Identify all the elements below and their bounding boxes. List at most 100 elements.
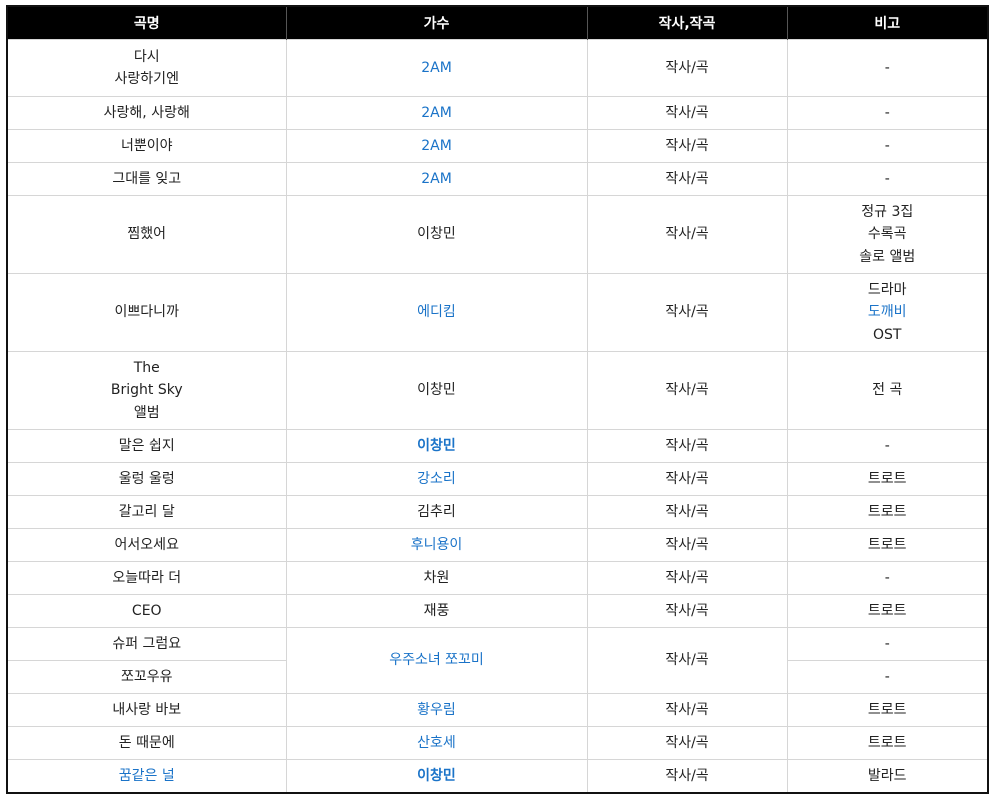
- singer-cell: 이창민: [285, 759, 588, 793]
- singer-cell: 우주소녀 쪼꼬미: [285, 627, 588, 694]
- song-title-cell: 너뿐이야: [6, 129, 287, 163]
- table-row: 내사랑 바보 황우림 작사/곡 트로트: [6, 693, 989, 727]
- table-row: The Bright Sky 앨범 이창민 작사/곡 전 곡: [6, 351, 989, 430]
- song-title-cell: 쪼꼬우유: [6, 660, 287, 694]
- singer-cell: 강소리: [285, 462, 588, 496]
- credit-cell: 작사/곡: [586, 627, 788, 694]
- credit-cell: 작사/곡: [586, 561, 788, 595]
- table-row: 이쁘다니까 에디킴 작사/곡 드라마 도깨비 OST: [6, 273, 989, 352]
- singer-link[interactable]: 2AM: [421, 138, 452, 154]
- note-cell: 전 곡: [786, 351, 989, 430]
- singer-cell: 2AM: [285, 39, 588, 97]
- credit-cell: 작사/곡: [586, 693, 788, 727]
- note-cell: 트로트: [786, 528, 989, 562]
- singer-cell: 차원: [285, 561, 588, 595]
- note-cell: 트로트: [786, 495, 989, 529]
- note-cell: -: [786, 96, 989, 130]
- song-title-cell: 찜했어: [6, 195, 287, 274]
- table-row: 어서오세요 후니용이 작사/곡 트로트: [6, 528, 989, 562]
- singer-link[interactable]: 이창민: [417, 768, 456, 784]
- table-row: 돈 때문에 산호세 작사/곡 트로트: [6, 726, 989, 760]
- singer-cell: 이창민: [285, 195, 588, 274]
- credit-cell: 작사/곡: [586, 528, 788, 562]
- singer-link[interactable]: 2AM: [421, 105, 452, 121]
- singer-cell: 황우림: [285, 693, 588, 727]
- credit-cell: 작사/곡: [586, 129, 788, 163]
- note-cell: -: [786, 429, 989, 463]
- note-cell: -: [786, 162, 989, 196]
- song-title-cell: 돈 때문에: [6, 726, 287, 760]
- note-cell: -: [786, 660, 989, 694]
- table-row: 사랑해, 사랑해 2AM 작사/곡 -: [6, 96, 989, 130]
- singer-cell: 2AM: [285, 96, 588, 130]
- song-title-cell: 이쁘다니까: [6, 273, 287, 352]
- table-row: 울렁 울렁 강소리 작사/곡 트로트: [6, 462, 989, 496]
- singer-link[interactable]: 이창민: [417, 438, 456, 454]
- table-row: 슈퍼 그럼요 우주소녀 쪼꼬미 작사/곡 -: [6, 627, 989, 694]
- song-title-cell: 내사랑 바보: [6, 693, 287, 727]
- song-title-cell: 오늘따라 더: [6, 561, 287, 595]
- song-title-cell: 사랑해, 사랑해: [6, 96, 287, 130]
- header-note: 비고: [786, 6, 988, 40]
- singer-cell: 산호세: [285, 726, 588, 760]
- singer-cell: 김추리: [285, 495, 588, 529]
- table-row: 너뿐이야 2AM 작사/곡 -: [6, 129, 989, 163]
- header-title: 곡명: [7, 6, 286, 40]
- credit-cell: 작사/곡: [586, 39, 788, 97]
- singer-link[interactable]: 후니용이: [411, 537, 463, 553]
- note-cell: -: [786, 627, 989, 661]
- song-title-cell: 슈퍼 그럼요: [6, 627, 287, 661]
- singer-cell: 2AM: [285, 162, 588, 196]
- note-cell: 정규 3집 수록곡 솔로 앨범: [786, 195, 989, 274]
- song-title-link[interactable]: 꿈같은 널: [119, 768, 175, 784]
- header-singer: 가수: [285, 6, 587, 40]
- song-title-cell: 울렁 울렁: [6, 462, 287, 496]
- singer-cell: 이창민: [285, 429, 588, 463]
- singer-cell: 에디킴: [285, 273, 588, 352]
- singer-cell: 이창민: [285, 351, 588, 430]
- table-row: 오늘따라 더 차원 작사/곡 -: [6, 561, 989, 595]
- header-credit: 작사,작곡: [586, 6, 787, 40]
- table-row: 갈고리 달 김추리 작사/곡 트로트: [6, 495, 989, 529]
- song-title-cell: 갈고리 달: [6, 495, 287, 529]
- drama-link[interactable]: 도깨비: [792, 301, 984, 324]
- song-title-cell: 그대를 잊고: [6, 162, 287, 196]
- credit-cell: 작사/곡: [586, 495, 788, 529]
- singer-link[interactable]: 2AM: [421, 60, 452, 76]
- song-title-cell: 꿈같은 널: [6, 759, 287, 793]
- table-row: 다시 사랑하기엔 2AM 작사/곡 -: [6, 39, 989, 97]
- table-row: 찜했어 이창민 작사/곡 정규 3집 수록곡 솔로 앨범: [6, 195, 989, 274]
- note-cell: 드라마 도깨비 OST: [786, 273, 989, 352]
- singer-link[interactable]: 산호세: [417, 735, 456, 751]
- song-credits-table: 곡명 가수 작사,작곡 비고 다시 사랑하기엔 2AM 작사/곡 - 사랑해, …: [6, 5, 989, 794]
- song-title-cell: CEO: [6, 594, 287, 628]
- table-row: 말은 쉽지 이창민 작사/곡 -: [6, 429, 989, 463]
- singer-cell: 2AM: [285, 129, 588, 163]
- song-title-cell: 말은 쉽지: [6, 429, 287, 463]
- singer-link[interactable]: 황우림: [417, 702, 456, 718]
- singer-link[interactable]: 강소리: [417, 471, 456, 487]
- credit-cell: 작사/곡: [586, 726, 788, 760]
- table-row: 그대를 잊고 2AM 작사/곡 -: [6, 162, 989, 196]
- credit-cell: 작사/곡: [586, 96, 788, 130]
- singer-link[interactable]: 에디킴: [417, 304, 456, 320]
- singer-cell: 재풍: [285, 594, 588, 628]
- table-row: 꿈같은 널 이창민 작사/곡 발라드: [6, 759, 989, 793]
- credit-cell: 작사/곡: [586, 759, 788, 793]
- note-cell: 발라드: [786, 759, 989, 793]
- credit-cell: 작사/곡: [586, 351, 788, 430]
- singer-link[interactable]: 우주소녀 쪼꼬미: [389, 652, 484, 668]
- note-cell: -: [786, 129, 989, 163]
- note-cell: -: [786, 561, 989, 595]
- singer-cell: 후니용이: [285, 528, 588, 562]
- song-title-cell: 어서오세요: [6, 528, 287, 562]
- note-cell: 트로트: [786, 462, 989, 496]
- song-title-cell: 다시 사랑하기엔: [6, 39, 287, 97]
- table-header-row: 곡명 가수 작사,작곡 비고: [7, 6, 988, 40]
- credit-cell: 작사/곡: [586, 195, 788, 274]
- note-cell: 트로트: [786, 693, 989, 727]
- singer-link[interactable]: 2AM: [421, 171, 452, 187]
- note-cell: 트로트: [786, 594, 989, 628]
- credit-cell: 작사/곡: [586, 429, 788, 463]
- credit-cell: 작사/곡: [586, 162, 788, 196]
